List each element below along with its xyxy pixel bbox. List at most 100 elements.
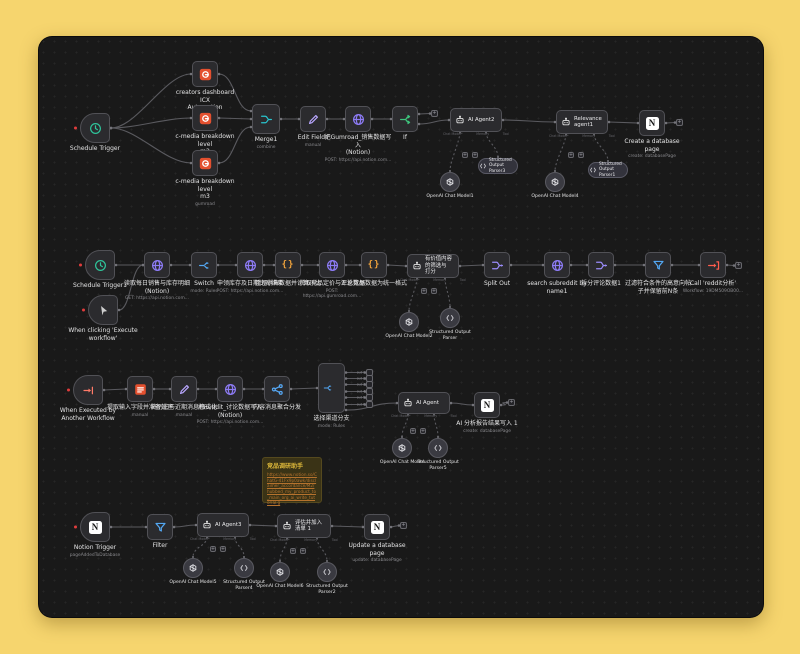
if-true-endpoint[interactable]: + <box>431 110 438 117</box>
structured-output-parser5[interactable]: Structured Output Parser5 <box>428 438 448 458</box>
openai-chat-model5[interactable]: OpenAI Chat Model5 <box>183 558 203 578</box>
write-reddit-thread-notion[interactable]: 把Reddit_讨论数据写入 (Notion)POST: https://api… <box>217 376 243 402</box>
schedule-trigger1[interactable]: Schedule Trigger1 <box>85 250 115 280</box>
manual-trigger[interactable]: When clicking 'Execute workflow' <box>88 295 118 325</box>
openai-icon <box>404 317 414 327</box>
code-icon: {} <box>368 260 381 270</box>
extract-input-fields[interactable]: 提取输入字段并准备处理manual <box>127 376 153 402</box>
gumroad-source-2[interactable]: c-media breakdown level m2gumroad <box>192 105 218 131</box>
aggregate-content[interactable]: 内容消息聚合分发 <box>264 376 290 402</box>
format-history-messages[interactable]: 将历史与近期消息格式化manual <box>171 376 197 402</box>
switch-icon <box>198 259 211 272</box>
structured-output-parser[interactable]: Structured Output Parser <box>440 308 460 328</box>
structured-output-parser2[interactable]: Structured Output Parser2 <box>317 562 337 582</box>
pencil-icon <box>178 383 191 396</box>
sticky-note-link[interactable]: https://www.notion.so/ChatG-41Fx9p0awk/d… <box>267 472 317 506</box>
trigger-issue-dot <box>74 127 77 130</box>
robot-icon <box>455 115 465 125</box>
brackets-icon <box>433 443 443 453</box>
row2-endpoint[interactable]: + <box>735 262 742 269</box>
notion-trigger[interactable]: NNotion TriggerpageAddedToDatabase <box>80 512 110 542</box>
row1-endpoint[interactable]: + <box>676 119 683 126</box>
exec-workflow-trigger[interactable]: When Executed by Another Workflow <box>73 375 103 405</box>
ai-agent3[interactable]: AI Agent3Chat Model*MemoryTool <box>197 513 249 537</box>
relevance-agent1-inner-label: Relevance agent1 <box>574 116 602 129</box>
notion-icon: N <box>481 399 494 412</box>
eval-and-append-agent-inner-label: 评估并加入清单 1 <box>295 520 326 533</box>
globe-icon <box>244 259 257 272</box>
create-database-page[interactable]: NCreate a database pagecreate: databaseP… <box>639 110 665 136</box>
ai-agent2[interactable]: AI Agent2Chat Model*MemoryTool <box>450 108 502 132</box>
code-icon: {} <box>282 260 295 270</box>
gumroad-source-1[interactable]: creators dashboard ICX Automationgumroad <box>192 61 218 87</box>
ai-agent[interactable]: AI AgentChat Model*MemoryTool <box>398 392 450 414</box>
if[interactable]: If <box>392 106 418 132</box>
openai-chat-model6[interactable]: OpenAI Chat Model6 <box>270 562 290 582</box>
score-plus-a[interactable]: + <box>421 288 427 294</box>
relevance-agent1[interactable]: Relevance agent1Chat Model*MemoryTool <box>556 110 608 134</box>
globe-icon <box>551 259 564 272</box>
relevance-plus-a[interactable]: + <box>568 152 574 158</box>
eval-plus-b[interactable]: + <box>300 548 306 554</box>
structured-output-parser1-inner-label: Structured Output Parser1 <box>599 162 627 177</box>
gumroad-icon <box>199 112 212 125</box>
agent3-plus-a[interactable]: + <box>210 546 216 552</box>
row4-endpoint[interactable]: + <box>400 522 407 529</box>
code-normalize-sales[interactable]: {}整理销售数据并计算环比 <box>275 252 301 278</box>
row3-endpoint[interactable]: + <box>508 399 515 406</box>
agent3-plus-b[interactable]: + <box>220 546 226 552</box>
ai-agent-score[interactable]: 有价值内容的筛选与 打分Chat Model*MemoryTool <box>407 254 459 278</box>
structured-output-parser4[interactable]: Structured Output Parser4 <box>234 558 254 578</box>
call-reddit-workflow[interactable]: Call 'reddit分析'Workflow: 19DM509OB00... <box>700 252 726 278</box>
openai-chat-model4[interactable]: OpenAI Chat Model4 <box>545 172 565 192</box>
split-out[interactable]: Split Out <box>484 252 510 278</box>
gumroad-source-3[interactable]: c-media breakdown level m3gumroad <box>192 150 218 176</box>
schedule-trigger[interactable]: Schedule Trigger <box>80 113 110 143</box>
ai-agent-plus-b[interactable]: + <box>420 428 426 434</box>
structured-output-parser3[interactable]: Structured Output Parser3 <box>478 158 518 174</box>
score-plus-b[interactable]: + <box>431 288 437 294</box>
clock-icon <box>89 122 102 135</box>
ai-agent-inner-label: AI Agent <box>416 400 439 406</box>
globe-icon <box>151 259 164 272</box>
exec-icon <box>707 259 720 272</box>
robot-icon <box>282 521 292 531</box>
brackets-icon <box>322 567 332 577</box>
filter-high-intent-posts[interactable]: 过滤符合条件的高意向帖 子并保留前N条 <box>645 252 671 278</box>
brackets-icon <box>589 166 597 174</box>
split-comments1[interactable]: 拆分评论数据1 <box>588 252 614 278</box>
compare-stock-dates[interactable]: 申领库存及日期比对结果POST: https://api.notion.com.… <box>237 252 263 278</box>
fetch-competitor-data[interactable]: 获取竞品定价与评论数据POST: https://api.gumroad.com… <box>319 252 345 278</box>
trigger-issue-dot <box>74 526 77 529</box>
filter[interactable]: Filter <box>147 514 173 540</box>
relevance-plus-b[interactable]: + <box>578 152 584 158</box>
openai-chat-model1[interactable]: OpenAI Chat Model1 <box>440 172 460 192</box>
search-subreddit-by-name1[interactable]: search subreddit by name1 <box>544 252 570 278</box>
merge1[interactable]: Merge1combine <box>252 104 280 134</box>
branch-endpoint-3[interactable]: out 3 <box>366 381 373 388</box>
workflow-canvas[interactable]: Schedule Trigger creators dashboard ICX A… <box>38 36 764 618</box>
switch[interactable]: Switchmode: Rules <box>191 252 217 278</box>
branch-endpoint-5[interactable]: out 5 <box>366 394 373 401</box>
notion-icon: N <box>646 117 659 130</box>
structured-output-parser1[interactable]: Structured Output Parser1 <box>588 162 628 178</box>
openai-icon <box>397 443 407 453</box>
code-merge-competitor[interactable]: {}汇总竞品数据为统一格式 <box>361 252 387 278</box>
write-gumroad-sales-notion[interactable]: 把Gumroad_销售数据写入 (Notion)POST: https://ap… <box>345 106 371 132</box>
eval-and-append-agent[interactable]: 评估并加入清单 1Chat Model*MemoryTool <box>277 514 331 538</box>
eval-plus-a[interactable]: + <box>290 548 296 554</box>
update-database-page[interactable]: NUpdate a database pageupdate: databaseP… <box>364 514 390 540</box>
ai-agent2-plus-a[interactable]: + <box>462 152 468 158</box>
read-daily-sales-notion[interactable]: 读取每日销售与库存明细 (Notion)GET: https://api.not… <box>144 252 170 278</box>
openai-chat-model2[interactable]: OpenAI Chat Model2 <box>399 312 419 332</box>
channel-switch[interactable]: 选择渠道分支mode: Rules <box>318 363 345 413</box>
switch-icon <box>323 383 333 393</box>
edit-fields[interactable]: Edit Fieldsmanual <box>300 106 326 132</box>
ai-agent-plus-a[interactable]: + <box>410 428 416 434</box>
write-ai-report-notion[interactable]: NAI 分析报告结果写入 1create: databasePage <box>474 392 500 418</box>
sticky-note[interactable]: 竞品调研助手https://www.notion.so/ChatG-41Fx9p… <box>262 457 322 503</box>
openai-chat-model[interactable]: OpenAI Chat Model <box>392 438 412 458</box>
branch-endpoint-6[interactable]: out 6 <box>366 401 373 408</box>
globe-icon <box>326 259 339 272</box>
ai-agent2-plus-b[interactable]: + <box>472 152 478 158</box>
